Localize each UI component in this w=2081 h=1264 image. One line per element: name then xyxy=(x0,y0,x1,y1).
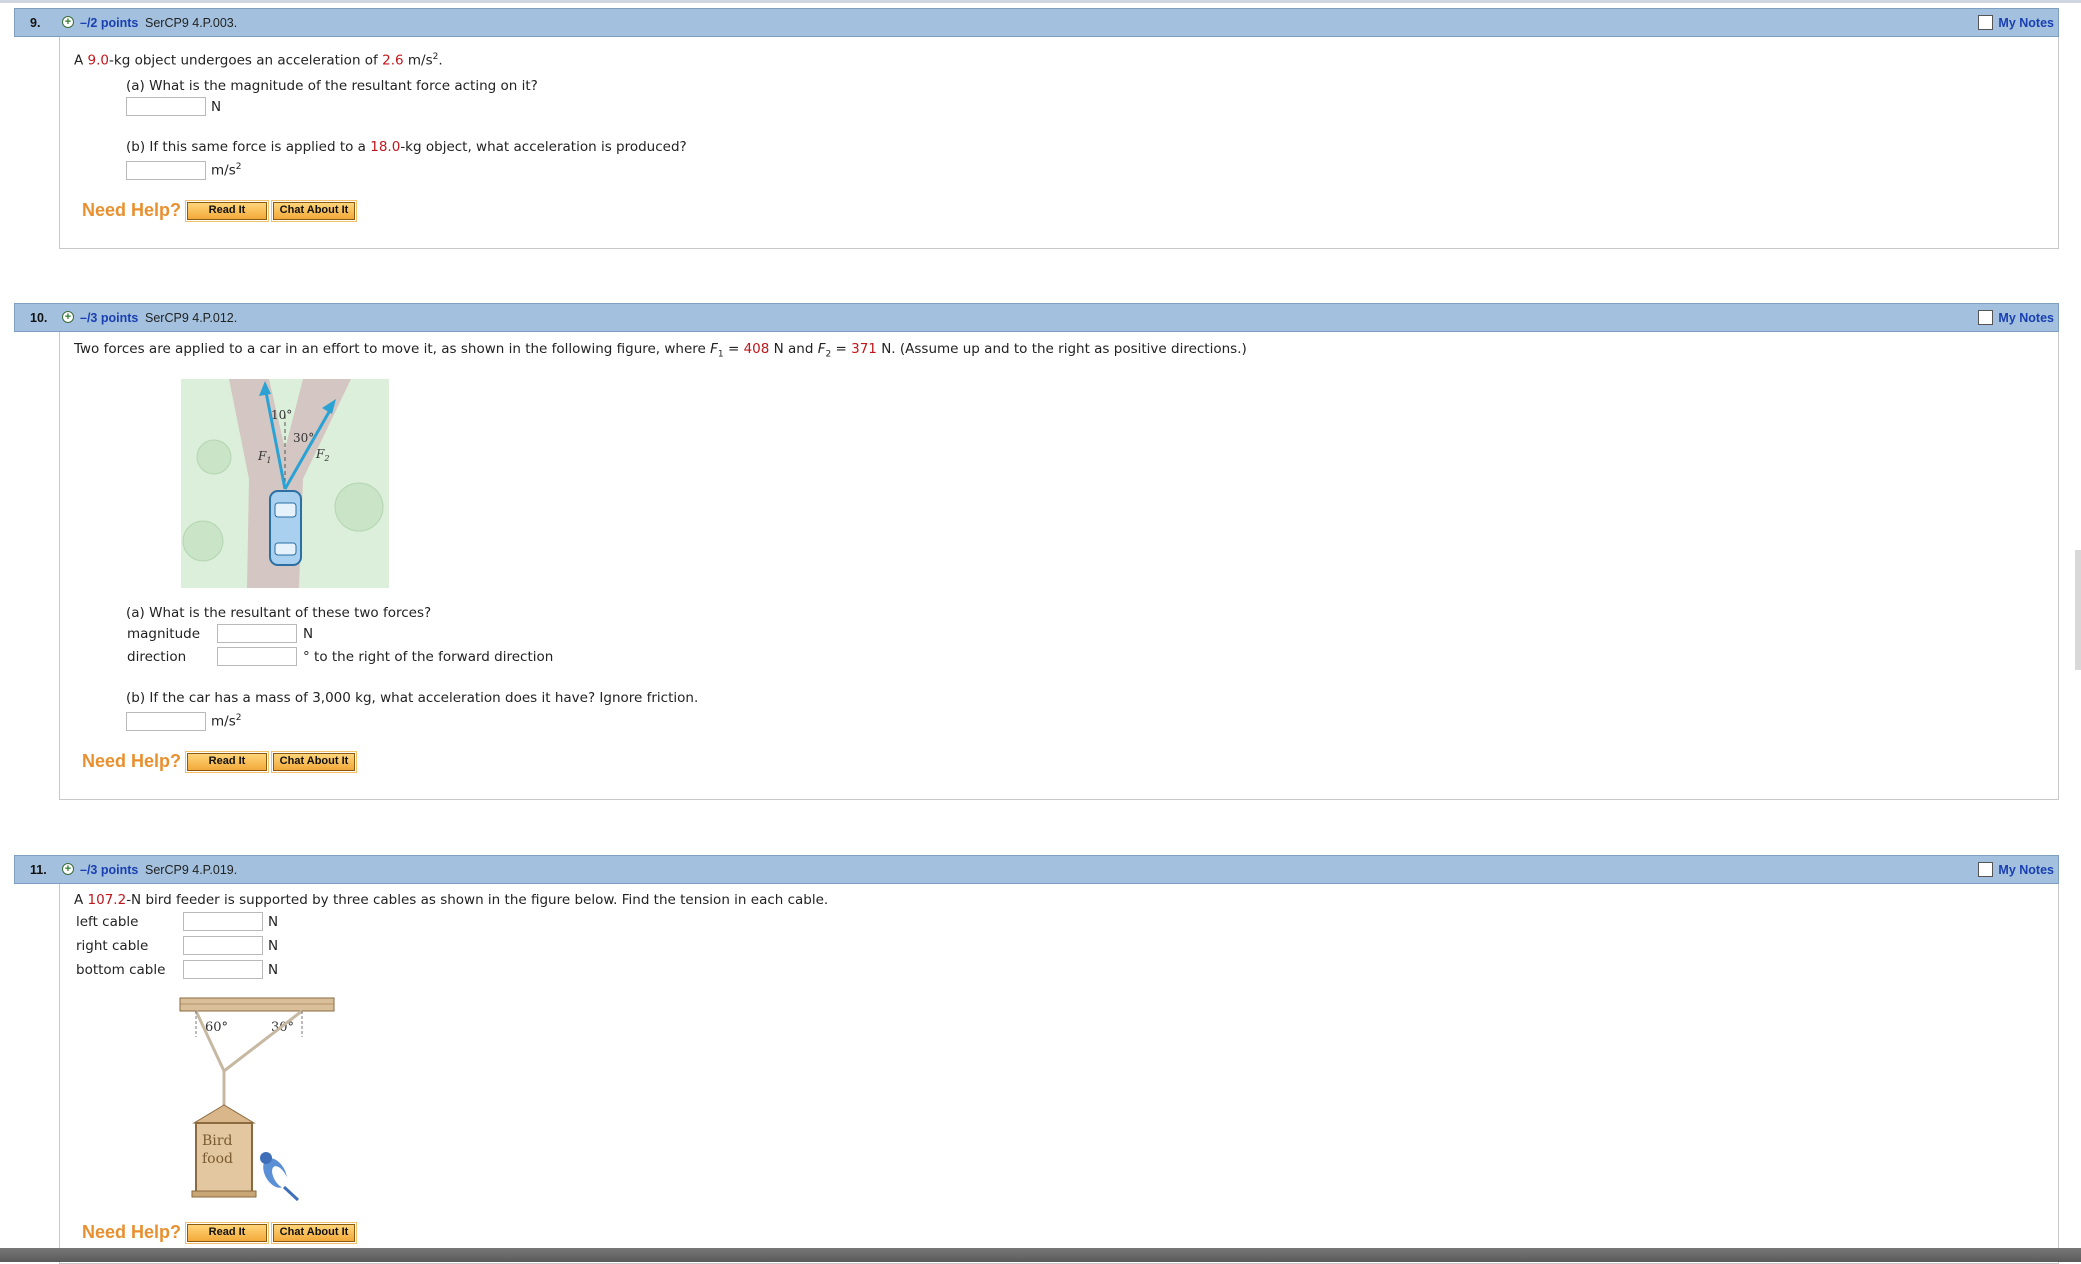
points-link[interactable]: –/2 points xyxy=(80,16,138,30)
chat-about-it-button[interactable]: Chat About It xyxy=(271,1222,357,1244)
magnitude-label: magnitude xyxy=(127,626,201,642)
problem-code: SerCP9 4.P.019. xyxy=(145,863,238,877)
right-cable-label: right cable xyxy=(76,938,149,954)
expand-plus-icon[interactable]: + xyxy=(62,863,74,875)
angle-label: 60° xyxy=(205,1020,228,1035)
chat-about-it-button[interactable]: Chat About It xyxy=(271,751,357,773)
feeder-sign-text: food xyxy=(202,1151,233,1167)
points-link[interactable]: –/3 points xyxy=(80,863,138,877)
part-b-prompt: (b) If the car has a mass of 3,000 kg, w… xyxy=(126,690,699,706)
question-11-stem: A 107.2-N bird feeder is supported by th… xyxy=(74,892,829,908)
read-it-button[interactable]: Read It xyxy=(185,200,269,222)
my-notes-toggle[interactable]: My Notes xyxy=(1978,310,2054,325)
need-help-label: Need Help? xyxy=(82,200,182,220)
read-it-button[interactable]: Read It xyxy=(185,1222,269,1244)
given-weight: 107.2 xyxy=(87,892,127,908)
given-f2: 371 xyxy=(851,341,877,357)
scrollbar-edge[interactable] xyxy=(2075,550,2081,670)
os-taskbar xyxy=(0,1248,2081,1262)
my-notes-toggle[interactable]: My Notes xyxy=(1978,15,2054,30)
direction-input[interactable] xyxy=(217,647,297,666)
question-11-body xyxy=(59,884,2059,1264)
my-notes-label: My Notes xyxy=(1998,16,2054,30)
direction-unit-label: ° to the right of the forward direction xyxy=(303,649,554,665)
given-mass-2: 18.0 xyxy=(370,139,401,155)
problem-code: SerCP9 4.P.012. xyxy=(145,311,238,325)
checkbox-icon[interactable] xyxy=(1978,310,1994,325)
question-9-header: 9. + –/2 points SerCP9 4.P.003. My Notes xyxy=(14,8,2059,37)
expand-plus-icon[interactable]: + xyxy=(62,311,74,323)
direction-label: direction xyxy=(127,649,187,665)
my-notes-toggle[interactable]: My Notes xyxy=(1978,862,2054,877)
force-answer-input[interactable] xyxy=(126,97,206,116)
chat-about-it-button[interactable]: Chat About It xyxy=(271,200,357,222)
given-f1: 408 xyxy=(743,341,770,357)
given-acceleration: 2.6 xyxy=(382,52,404,69)
car-icon xyxy=(269,490,302,566)
acceleration-answer-input[interactable] xyxy=(126,161,206,180)
checkbox-icon[interactable] xyxy=(1978,862,1994,877)
question-9-stem: A 9.0-kg object undergoes an acceleratio… xyxy=(74,52,443,69)
my-notes-label: My Notes xyxy=(1998,311,2054,325)
unit-label: N xyxy=(268,938,279,954)
need-help-label: Need Help? xyxy=(82,751,182,771)
car-forces-figure: 10° 30° F1 F2 xyxy=(181,379,389,588)
unit-label: N xyxy=(303,626,314,642)
left-cable-label: left cable xyxy=(76,914,139,930)
need-help-label: Need Help? xyxy=(82,1222,182,1242)
part-a-prompt: (a) What is the resultant of these two f… xyxy=(126,605,432,621)
my-notes-label: My Notes xyxy=(1998,863,2054,877)
question-number: 11. xyxy=(30,863,47,877)
angle-label: 10° xyxy=(271,408,292,422)
read-it-button[interactable]: Read It xyxy=(185,751,269,773)
top-border xyxy=(0,0,2081,3)
bird-icon xyxy=(260,1152,300,1202)
unit-label: N xyxy=(268,914,279,930)
problem-code: SerCP9 4.P.003. xyxy=(145,16,238,30)
magnitude-input[interactable] xyxy=(217,624,297,643)
bottom-cable-input[interactable] xyxy=(183,960,263,979)
points-link[interactable]: –/3 points xyxy=(80,311,138,325)
angle-label: 30° xyxy=(293,431,314,445)
unit-label: m/s2 xyxy=(211,162,242,179)
question-10-stem: Two forces are applied to a car in an ef… xyxy=(74,341,1247,360)
right-cable-input[interactable] xyxy=(183,936,263,955)
given-mass: 9.0 xyxy=(87,52,110,69)
unit-label: N xyxy=(268,962,279,978)
part-b-prompt: (b) If this same force is applied to a 1… xyxy=(126,139,687,155)
checkbox-icon[interactable] xyxy=(1978,15,1994,30)
unit-label: m/s2 xyxy=(211,713,242,730)
bottom-cable-label: bottom cable xyxy=(76,962,166,978)
expand-plus-icon[interactable]: + xyxy=(62,16,74,28)
bird-feeder-figure: 60° 30° Bird food xyxy=(179,997,335,1202)
left-cable-input[interactable] xyxy=(183,912,263,931)
question-11-header: 11. + –/3 points SerCP9 4.P.019. My Note… xyxy=(14,855,2059,884)
question-number: 9. xyxy=(30,16,41,30)
part-a-prompt: (a) What is the magnitude of the resulta… xyxy=(126,78,538,94)
question-10-header: 10. + –/3 points SerCP9 4.P.012. My Note… xyxy=(14,303,2059,332)
question-number: 10. xyxy=(30,311,48,325)
unit-label: N xyxy=(211,99,222,115)
feeder-sign-text: Bird xyxy=(202,1133,232,1149)
acceleration-answer-input[interactable] xyxy=(126,712,206,731)
